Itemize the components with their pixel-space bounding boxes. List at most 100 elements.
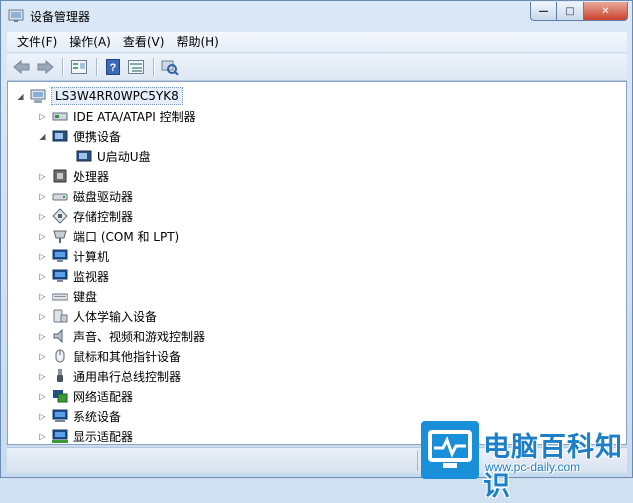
tree-root[interactable]: ◢ LS3W4RR0WPC5YK8 (16, 86, 183, 106)
watermark-logo-icon (421, 421, 479, 479)
tree-category-item[interactable]: ▷ 显示适配器 (38, 426, 134, 444)
monitor-icon (52, 268, 68, 284)
collapse-arrow-icon[interactable]: ◢ (38, 132, 47, 141)
computer-name-label: LS3W4RR0WPC5YK8 (51, 87, 183, 105)
watermark-url: www.pc-daily.com (485, 460, 581, 474)
forward-arrow-icon[interactable] (34, 56, 56, 78)
display-adapter-icon (52, 428, 68, 444)
properties-icon[interactable] (68, 56, 90, 78)
tree-item-label: 键盘 (73, 289, 98, 304)
device-manager-window: 设备管理器 — □ ✕ 文件(F) 操作(A) 查看(V) 帮助(H) ? ◢ … (0, 0, 633, 502)
usb-controller-icon (52, 368, 68, 384)
tree-category-item[interactable]: ▷ 处理器 (38, 166, 109, 186)
ide-controller-icon (52, 108, 68, 124)
status-divider (417, 451, 418, 471)
collapse-arrow-icon[interactable]: ◢ (16, 92, 25, 101)
tree-category-item[interactable]: ▷ 监视器 (38, 266, 109, 286)
tree-category-item[interactable]: ▷ 磁盘驱动器 (38, 186, 133, 206)
hid-icon (52, 308, 68, 324)
expand-arrow-icon[interactable]: ▷ (38, 212, 47, 221)
tree-item-label: 鼠标和其他指针设备 (73, 349, 182, 364)
network-adapter-icon (52, 388, 68, 404)
tree-category-item[interactable]: ▷ 系统设备 (38, 406, 121, 426)
menu-bar: 文件(F) 操作(A) 查看(V) 帮助(H) (7, 32, 627, 53)
expand-arrow-icon[interactable]: ▷ (38, 412, 47, 421)
toolbar-separator (62, 58, 63, 76)
expand-arrow-icon[interactable]: ▷ (38, 112, 47, 121)
tree-item-label: 便携设备 (73, 129, 122, 144)
tree-category-item[interactable]: ◢ 便携设备 (38, 126, 121, 146)
portable-device-icon (52, 128, 68, 144)
expand-arrow-icon[interactable]: ▷ (38, 292, 47, 301)
tree-item-label: IDE ATA/ATAPI 控制器 (73, 109, 196, 124)
minimize-button[interactable]: — (530, 2, 557, 21)
view-icon[interactable] (125, 56, 147, 78)
tree-child-item[interactable]: U启动U盘 (54, 146, 151, 166)
tree-category-item[interactable]: ▷ 键盘 (38, 286, 97, 306)
tree-category-item[interactable]: ▷ 人体学输入设备 (38, 306, 157, 326)
toolbar-separator (96, 58, 97, 76)
tree-item-label: 磁盘驱动器 (73, 189, 134, 204)
expand-arrow-icon[interactable]: ▷ (38, 192, 47, 201)
expand-arrow-icon[interactable]: ▷ (38, 392, 47, 401)
tree-category-item[interactable]: ▷ IDE ATA/ATAPI 控制器 (38, 106, 196, 126)
window-title: 设备管理器 (30, 10, 91, 24)
keyboard-icon (51, 288, 69, 304)
menu-file[interactable]: 文件(F) (11, 32, 63, 52)
mouse-icon (52, 348, 68, 364)
menu-action[interactable]: 操作(A) (63, 32, 117, 52)
tree-item-label: 显示适配器 (73, 429, 134, 444)
tree-item-label: 网络适配器 (73, 389, 134, 404)
caption-buttons: — □ ✕ (530, 2, 628, 21)
tree-item-label: 处理器 (73, 169, 110, 184)
storage-controller-icon (52, 208, 68, 224)
expand-arrow-icon[interactable]: ▷ (38, 272, 47, 281)
port-icon (52, 228, 68, 244)
tree-item-label: 人体学输入设备 (73, 309, 158, 324)
expand-arrow-icon[interactable]: ▷ (38, 332, 47, 341)
tree-item-label: 通用串行总线控制器 (73, 369, 182, 384)
expand-arrow-icon[interactable]: ▷ (38, 172, 47, 181)
tree-item-label: 计算机 (73, 249, 110, 264)
computer-icon (30, 88, 46, 104)
computer-icon (52, 248, 68, 264)
tree-item-label: 存储控制器 (73, 209, 134, 224)
menu-help[interactable]: 帮助(H) (170, 32, 224, 52)
processor-icon (52, 168, 68, 184)
sound-icon (52, 328, 68, 344)
tree-category-item[interactable]: ▷ 声音、视频和游戏控制器 (38, 326, 205, 346)
tree-item-label: 系统设备 (73, 409, 122, 424)
usb-drive-icon (76, 148, 92, 164)
tree-category-item[interactable]: ▷ 存储控制器 (38, 206, 133, 226)
expand-arrow-icon[interactable]: ▷ (38, 372, 47, 381)
device-tree[interactable]: ◢ LS3W4RR0WPC5YK8 ▷ IDE ATA/ATAPI 控制器 ◢ 便携设… (7, 81, 627, 445)
tree-category-item[interactable]: ▷ 通用串行总线控制器 (38, 366, 181, 386)
tree-category-item[interactable]: ▷ 端口 (COM 和 LPT) (38, 226, 179, 246)
expand-arrow-icon[interactable]: ▷ (38, 232, 47, 241)
tree-category-item[interactable]: ▷ 鼠标和其他指针设备 (38, 346, 181, 366)
expand-arrow-icon[interactable]: ▷ (38, 252, 47, 261)
help-icon[interactable]: ? (102, 56, 124, 78)
back-arrow-icon[interactable] (11, 56, 33, 78)
watermark: 电脑百科知识 www.pc-daily.com (421, 419, 633, 502)
disk-drive-icon (52, 188, 68, 204)
tree-category-item[interactable]: ▷ 计算机 (38, 246, 109, 266)
device-manager-icon (8, 7, 25, 23)
svg-text:?: ? (110, 62, 117, 74)
scan-hardware-icon[interactable] (159, 56, 181, 78)
tree-item-label: 声音、视频和游戏控制器 (73, 329, 206, 344)
expand-arrow-icon[interactable]: ▷ (38, 432, 47, 441)
tree-item-label: 监视器 (73, 269, 110, 284)
tree-category-item[interactable]: ▷ 网络适配器 (38, 386, 133, 406)
menu-view[interactable]: 查看(V) (117, 32, 171, 52)
expand-arrow-icon[interactable]: ▷ (38, 312, 47, 321)
tree-item-label: 端口 (COM 和 LPT) (73, 229, 180, 244)
toolbar: ? (7, 54, 627, 81)
maximize-button[interactable]: □ (557, 2, 584, 21)
tree-item-label: U启动U盘 (97, 149, 151, 164)
system-device-icon (52, 408, 68, 424)
close-button[interactable]: ✕ (584, 2, 628, 21)
title-bar[interactable]: 设备管理器 — □ ✕ (1, 1, 632, 31)
toolbar-separator (153, 58, 154, 76)
expand-arrow-icon[interactable]: ▷ (38, 352, 47, 361)
